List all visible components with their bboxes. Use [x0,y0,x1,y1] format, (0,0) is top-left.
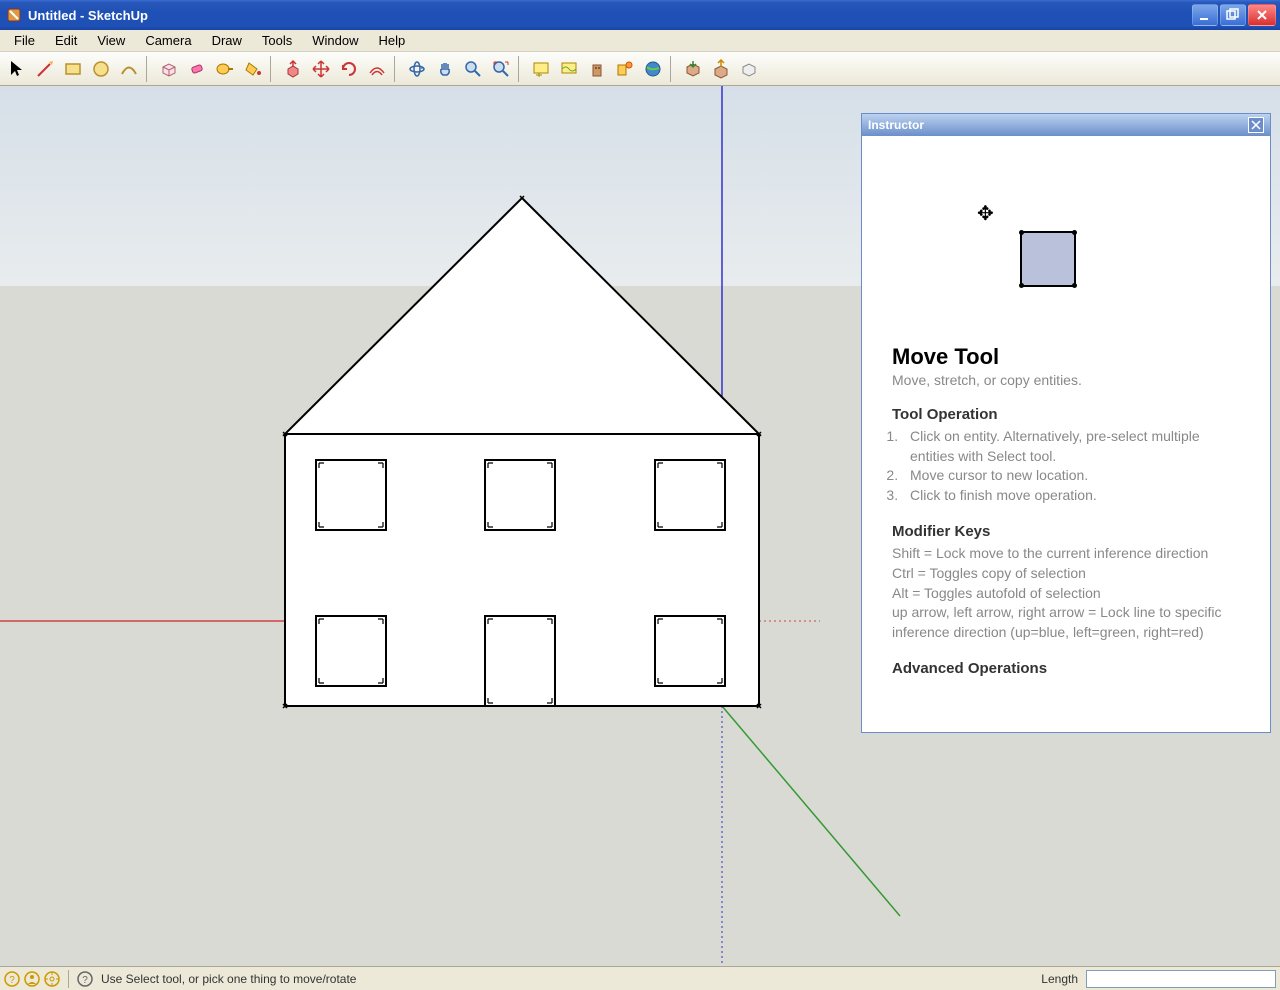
close-button[interactable] [1248,4,1276,26]
tool-add-location[interactable] [528,56,554,82]
move-cursor-icon: ✥ [977,201,994,226]
measurement-label: Length [1041,972,1082,986]
tool-toggle-terrain[interactable] [556,56,582,82]
svg-text:?: ? [82,975,88,986]
tool-rectangle[interactable] [60,56,86,82]
menu-edit[interactable]: Edit [45,31,87,50]
instructor-panel: Instructor ✥ Move Tool Move, stretch, or… [861,113,1271,733]
menu-view[interactable]: View [87,31,135,50]
viewport[interactable]: Instructor ✥ Move Tool Move, stretch, or… [0,86,1280,966]
tool-paint-bucket[interactable] [240,56,266,82]
instructor-title-bar[interactable]: Instructor [862,114,1270,136]
house-drawing [285,198,759,706]
operation-heading: Tool Operation [892,406,1240,423]
advanced-heading: Advanced Operations [892,660,1240,677]
menu-window[interactable]: Window [302,31,368,50]
tool-zoom[interactable] [460,56,486,82]
tool-circle[interactable] [88,56,114,82]
instructor-illustration: ✥ [862,136,1270,336]
tool-push-pull[interactable] [280,56,306,82]
instructor-title: Instructor [868,118,924,132]
app-icon [6,7,22,23]
tool-line[interactable] [32,56,58,82]
window-buttons [1192,0,1280,30]
menu-draw[interactable]: Draw [202,31,252,50]
status-user-icon[interactable] [24,971,40,987]
menu-bar: File Edit View Camera Draw Tools Window … [0,30,1280,52]
tool-tape-measure[interactable] [212,56,238,82]
tool-arc[interactable] [116,56,142,82]
status-hint-text: Use Select tool, or pick one thing to mo… [97,972,1037,986]
modifier-heading: Modifier Keys [892,523,1240,540]
menu-camera[interactable]: Camera [135,31,201,50]
tool-pan[interactable] [432,56,458,82]
tool-move[interactable] [308,56,334,82]
green-axis-solid [722,706,900,916]
svg-text:?: ? [9,975,15,986]
tool-make-component[interactable] [156,56,182,82]
menu-help[interactable]: Help [369,31,416,50]
tool-extension-warehouse[interactable] [736,56,762,82]
tool-rotate[interactable] [336,56,362,82]
title-bar: Untitled - SketchUp [0,0,1280,30]
tool-select[interactable] [4,56,30,82]
instructor-body[interactable]: ✥ Move Tool Move, stretch, or copy entit… [862,136,1270,732]
status-hint-icon: ? [77,971,93,987]
operation-list: Click on entity. Alternatively, pre-sele… [888,427,1240,505]
tool-get-models[interactable] [680,56,706,82]
operation-step: Move cursor to new location. [902,466,1240,486]
instructor-close-button[interactable] [1248,117,1264,133]
operation-step: Click on entity. Alternatively, pre-sele… [902,427,1240,466]
sample-cube-icon [1020,231,1076,287]
measurement-input[interactable] [1086,970,1276,988]
status-help-icon[interactable]: ? [4,971,20,987]
window-title: Untitled - SketchUp [28,8,1192,23]
instructor-tool-title: Move Tool [892,344,1240,370]
minimize-button[interactable] [1192,4,1218,26]
status-bar: ? ? Use Select tool, or pick one thing t… [0,966,1280,990]
toolbar [0,52,1280,86]
tool-add-building[interactable] [584,56,610,82]
menu-file[interactable]: File [4,31,45,50]
tool-eraser[interactable] [184,56,210,82]
tool-orbit[interactable] [404,56,430,82]
tool-offset[interactable] [364,56,390,82]
tool-zoom-extents[interactable] [488,56,514,82]
status-geo-icon[interactable] [44,971,60,987]
modifier-keys-text: Shift = Lock move to the current inferen… [892,544,1240,642]
maximize-button[interactable] [1220,4,1246,26]
operation-step: Click to finish move operation. [902,486,1240,506]
instructor-subtitle: Move, stretch, or copy entities. [892,372,1240,388]
tool-preview-google-earth[interactable] [640,56,666,82]
tool-share-model[interactable] [708,56,734,82]
menu-tools[interactable]: Tools [252,31,302,50]
tool-photo-textures[interactable] [612,56,638,82]
